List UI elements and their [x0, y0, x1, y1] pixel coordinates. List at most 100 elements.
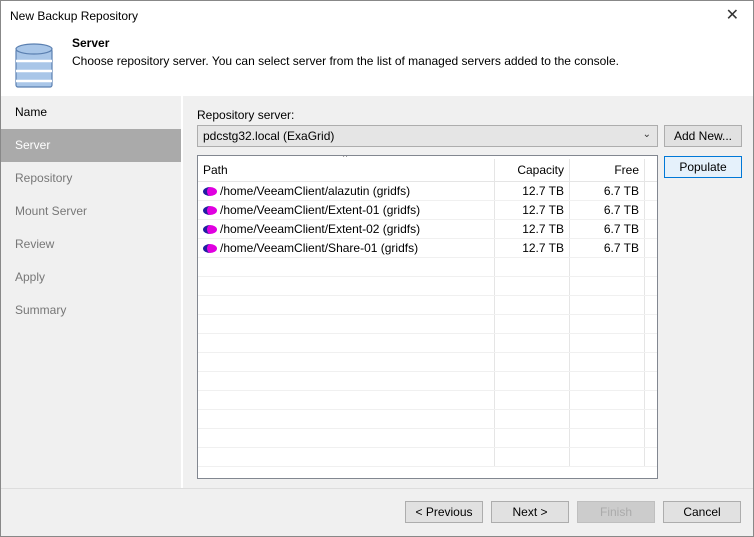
empty-row	[198, 258, 657, 277]
previous-button[interactable]: < Previous	[405, 501, 483, 523]
empty-cell	[495, 258, 570, 276]
empty-cell	[495, 334, 570, 352]
path-text: /home/VeeamClient/Extent-01 (gridfs)	[220, 203, 421, 217]
empty-cell	[198, 334, 495, 352]
empty-cell	[570, 391, 645, 409]
empty-cell	[495, 277, 570, 295]
empty-cell	[570, 296, 645, 314]
free-cell: 6.7 TB	[570, 220, 645, 238]
step-mount-server: Mount Server	[15, 204, 88, 218]
share-icon	[203, 186, 217, 196]
empty-cell	[570, 258, 645, 276]
empty-cell	[198, 429, 495, 447]
free-cell: 6.7 TB	[570, 239, 645, 257]
free-cell: 6.7 TB	[570, 201, 645, 219]
repository-server-value: pdcstg32.local (ExaGrid)	[203, 129, 335, 143]
wizard-footer: < Previous Next > Finish Cancel	[1, 488, 753, 536]
column-path[interactable]: Path	[198, 159, 495, 181]
path-text: /home/VeeamClient/alazutin (gridfs)	[220, 184, 411, 198]
empty-cell	[495, 429, 570, 447]
empty-row	[198, 372, 657, 391]
capacity-cell: 12.7 TB	[495, 220, 570, 238]
empty-cell	[198, 277, 495, 295]
path-text: /home/VeeamClient/Extent-02 (gridfs)	[220, 222, 421, 236]
empty-row	[198, 277, 657, 296]
repository-server-label: Repository server:	[197, 108, 295, 122]
table-header: ^ Path Capacity Free	[198, 156, 657, 182]
empty-cell	[495, 353, 570, 371]
empty-cell	[198, 448, 495, 466]
empty-cell	[570, 353, 645, 371]
share-icon	[203, 243, 217, 253]
path-cell: /home/VeeamClient/Extent-02 (gridfs)	[198, 220, 495, 238]
empty-cell	[495, 315, 570, 333]
step-apply: Apply	[15, 270, 46, 284]
empty-cell	[198, 296, 495, 314]
share-icon	[203, 205, 217, 215]
share-icon	[203, 224, 217, 234]
empty-cell	[570, 372, 645, 390]
path-table: ^ Path Capacity Free /home/VeeamClient/a…	[197, 155, 658, 479]
column-free[interactable]: Free	[570, 159, 645, 181]
populate-button[interactable]: Populate	[664, 156, 742, 178]
empty-cell	[570, 315, 645, 333]
empty-cell	[495, 391, 570, 409]
empty-cell	[495, 296, 570, 314]
step-description: Choose repository server. You can select…	[72, 54, 619, 68]
free-cell: 6.7 TB	[570, 182, 645, 200]
empty-row	[198, 410, 657, 429]
step-review: Review	[15, 237, 55, 251]
empty-row	[198, 448, 657, 467]
empty-row	[198, 353, 657, 372]
empty-cell	[198, 410, 495, 428]
empty-row	[198, 296, 657, 315]
sort-ascending-icon: ^	[343, 155, 348, 162]
empty-cell	[198, 315, 495, 333]
empty-row	[198, 391, 657, 410]
empty-cell	[198, 372, 495, 390]
step-name[interactable]: Name	[1, 96, 181, 129]
step-summary: Summary	[15, 303, 67, 317]
table-row[interactable]: /home/VeeamClient/alazutin (gridfs) 12.7 …	[198, 182, 657, 201]
capacity-cell: 12.7 TB	[495, 182, 570, 200]
empty-cell	[570, 410, 645, 428]
finish-button: Finish	[577, 501, 655, 523]
close-icon[interactable]: ✕	[726, 5, 739, 25]
wizard-window: New Backup Repository ✕ Server Choose re…	[0, 0, 754, 537]
table-row[interactable]: /home/VeeamClient/Share-01 (gridfs) 12.7 …	[198, 239, 657, 258]
empty-cell	[495, 448, 570, 466]
chevron-down-icon[interactable]: ⌄	[643, 129, 651, 140]
path-cell: /home/VeeamClient/Extent-01 (gridfs)	[198, 201, 495, 219]
empty-cell	[198, 258, 495, 276]
table-row[interactable]: /home/VeeamClient/Extent-01 (gridfs) 12.7…	[198, 201, 657, 220]
empty-cell	[570, 334, 645, 352]
column-capacity[interactable]: Capacity	[495, 159, 570, 181]
empty-cell	[570, 429, 645, 447]
empty-row	[198, 429, 657, 448]
step-title: Server	[72, 36, 110, 50]
repository-server-select[interactable]: pdcstg32.local (ExaGrid) ⌄	[197, 125, 658, 147]
empty-cell	[495, 410, 570, 428]
step-server[interactable]: Server	[1, 129, 181, 162]
path-text: /home/VeeamClient/Share-01 (gridfs)	[220, 241, 419, 255]
empty-cell	[570, 448, 645, 466]
empty-row	[198, 315, 657, 334]
main-panel: Repository server: pdcstg32.local (ExaGr…	[181, 96, 753, 490]
capacity-cell: 12.7 TB	[495, 239, 570, 257]
wizard-steps: Name Server Repository Mount Server Revi…	[1, 96, 181, 490]
path-cell: /home/VeeamClient/alazutin (gridfs)	[198, 182, 495, 200]
step-repository: Repository	[15, 171, 73, 185]
empty-cell	[570, 277, 645, 295]
path-cell: /home/VeeamClient/Share-01 (gridfs)	[198, 239, 495, 257]
empty-cell	[495, 372, 570, 390]
add-new-button[interactable]: Add New...	[664, 125, 742, 147]
database-icon	[15, 43, 53, 88]
capacity-cell: 12.7 TB	[495, 201, 570, 219]
table-row[interactable]: /home/VeeamClient/Extent-02 (gridfs) 12.7…	[198, 220, 657, 239]
empty-cell	[198, 353, 495, 371]
next-button[interactable]: Next >	[491, 501, 569, 523]
empty-cell	[198, 391, 495, 409]
cancel-button[interactable]: Cancel	[663, 501, 741, 523]
window-title: New Backup Repository	[10, 9, 139, 23]
empty-row	[198, 334, 657, 353]
